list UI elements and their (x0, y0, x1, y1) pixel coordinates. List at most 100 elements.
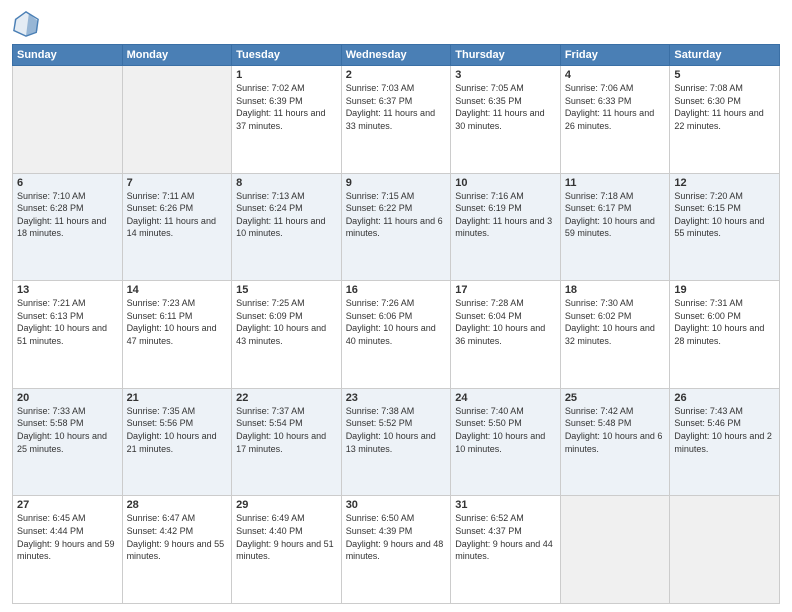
day-number: 26 (674, 392, 775, 404)
calendar-cell: 19Sunrise: 7:31 AMSunset: 6:00 PMDayligh… (670, 281, 780, 389)
calendar-cell: 24Sunrise: 7:40 AMSunset: 5:50 PMDayligh… (451, 388, 561, 496)
calendar-cell: 12Sunrise: 7:20 AMSunset: 6:15 PMDayligh… (670, 173, 780, 281)
day-number: 21 (127, 392, 228, 404)
calendar-cell: 29Sunrise: 6:49 AMSunset: 4:40 PMDayligh… (232, 496, 342, 604)
day-number: 9 (346, 177, 447, 189)
day-number: 4 (565, 69, 666, 81)
calendar-cell: 4Sunrise: 7:06 AMSunset: 6:33 PMDaylight… (560, 66, 670, 174)
calendar-cell (13, 66, 123, 174)
calendar-cell: 7Sunrise: 7:11 AMSunset: 6:26 PMDaylight… (122, 173, 232, 281)
day-number: 25 (565, 392, 666, 404)
day-number: 29 (236, 499, 337, 511)
calendar-cell: 16Sunrise: 7:26 AMSunset: 6:06 PMDayligh… (341, 281, 451, 389)
calendar-cell: 22Sunrise: 7:37 AMSunset: 5:54 PMDayligh… (232, 388, 342, 496)
logo (12, 10, 44, 38)
calendar-cell: 6Sunrise: 7:10 AMSunset: 6:28 PMDaylight… (13, 173, 123, 281)
calendar-cell: 1Sunrise: 7:02 AMSunset: 6:39 PMDaylight… (232, 66, 342, 174)
calendar-cell: 31Sunrise: 6:52 AMSunset: 4:37 PMDayligh… (451, 496, 561, 604)
day-number: 1 (236, 69, 337, 81)
weekday-header-row: SundayMondayTuesdayWednesdayThursdayFrid… (13, 45, 780, 66)
day-info: Sunrise: 7:03 AMSunset: 6:37 PMDaylight:… (346, 82, 447, 132)
day-number: 11 (565, 177, 666, 189)
day-info: Sunrise: 6:50 AMSunset: 4:39 PMDaylight:… (346, 512, 447, 562)
week-row-1: 1Sunrise: 7:02 AMSunset: 6:39 PMDaylight… (13, 66, 780, 174)
weekday-header-thursday: Thursday (451, 45, 561, 66)
day-info: Sunrise: 7:02 AMSunset: 6:39 PMDaylight:… (236, 82, 337, 132)
calendar-cell (560, 496, 670, 604)
day-info: Sunrise: 7:38 AMSunset: 5:52 PMDaylight:… (346, 405, 447, 455)
day-info: Sunrise: 7:21 AMSunset: 6:13 PMDaylight:… (17, 297, 118, 347)
calendar-cell: 20Sunrise: 7:33 AMSunset: 5:58 PMDayligh… (13, 388, 123, 496)
day-info: Sunrise: 7:20 AMSunset: 6:15 PMDaylight:… (674, 190, 775, 240)
calendar-cell (122, 66, 232, 174)
day-number: 19 (674, 284, 775, 296)
calendar-cell: 28Sunrise: 6:47 AMSunset: 4:42 PMDayligh… (122, 496, 232, 604)
day-number: 3 (455, 69, 556, 81)
week-row-4: 20Sunrise: 7:33 AMSunset: 5:58 PMDayligh… (13, 388, 780, 496)
day-number: 8 (236, 177, 337, 189)
day-number: 15 (236, 284, 337, 296)
calendar-table: SundayMondayTuesdayWednesdayThursdayFrid… (12, 44, 780, 604)
day-info: Sunrise: 7:37 AMSunset: 5:54 PMDaylight:… (236, 405, 337, 455)
calendar-cell: 15Sunrise: 7:25 AMSunset: 6:09 PMDayligh… (232, 281, 342, 389)
day-info: Sunrise: 7:08 AMSunset: 6:30 PMDaylight:… (674, 82, 775, 132)
calendar-cell: 14Sunrise: 7:23 AMSunset: 6:11 PMDayligh… (122, 281, 232, 389)
calendar-cell: 11Sunrise: 7:18 AMSunset: 6:17 PMDayligh… (560, 173, 670, 281)
weekday-header-tuesday: Tuesday (232, 45, 342, 66)
day-info: Sunrise: 7:10 AMSunset: 6:28 PMDaylight:… (17, 190, 118, 240)
logo-icon (12, 10, 40, 38)
header (12, 10, 780, 38)
calendar-cell: 5Sunrise: 7:08 AMSunset: 6:30 PMDaylight… (670, 66, 780, 174)
calendar-cell: 8Sunrise: 7:13 AMSunset: 6:24 PMDaylight… (232, 173, 342, 281)
day-number: 14 (127, 284, 228, 296)
calendar-cell: 21Sunrise: 7:35 AMSunset: 5:56 PMDayligh… (122, 388, 232, 496)
day-number: 31 (455, 499, 556, 511)
day-info: Sunrise: 7:05 AMSunset: 6:35 PMDaylight:… (455, 82, 556, 132)
day-info: Sunrise: 7:40 AMSunset: 5:50 PMDaylight:… (455, 405, 556, 455)
day-number: 13 (17, 284, 118, 296)
day-info: Sunrise: 7:15 AMSunset: 6:22 PMDaylight:… (346, 190, 447, 240)
day-number: 7 (127, 177, 228, 189)
day-number: 23 (346, 392, 447, 404)
day-info: Sunrise: 7:28 AMSunset: 6:04 PMDaylight:… (455, 297, 556, 347)
day-info: Sunrise: 7:42 AMSunset: 5:48 PMDaylight:… (565, 405, 666, 455)
day-number: 16 (346, 284, 447, 296)
day-number: 10 (455, 177, 556, 189)
day-info: Sunrise: 6:45 AMSunset: 4:44 PMDaylight:… (17, 512, 118, 562)
day-number: 20 (17, 392, 118, 404)
day-number: 18 (565, 284, 666, 296)
day-info: Sunrise: 7:35 AMSunset: 5:56 PMDaylight:… (127, 405, 228, 455)
page: SundayMondayTuesdayWednesdayThursdayFrid… (0, 0, 792, 612)
day-info: Sunrise: 6:47 AMSunset: 4:42 PMDaylight:… (127, 512, 228, 562)
calendar-cell: 27Sunrise: 6:45 AMSunset: 4:44 PMDayligh… (13, 496, 123, 604)
weekday-header-wednesday: Wednesday (341, 45, 451, 66)
day-info: Sunrise: 7:25 AMSunset: 6:09 PMDaylight:… (236, 297, 337, 347)
calendar-cell: 30Sunrise: 6:50 AMSunset: 4:39 PMDayligh… (341, 496, 451, 604)
weekday-header-saturday: Saturday (670, 45, 780, 66)
week-row-5: 27Sunrise: 6:45 AMSunset: 4:44 PMDayligh… (13, 496, 780, 604)
day-info: Sunrise: 7:13 AMSunset: 6:24 PMDaylight:… (236, 190, 337, 240)
calendar-cell: 13Sunrise: 7:21 AMSunset: 6:13 PMDayligh… (13, 281, 123, 389)
day-info: Sunrise: 7:26 AMSunset: 6:06 PMDaylight:… (346, 297, 447, 347)
day-info: Sunrise: 7:30 AMSunset: 6:02 PMDaylight:… (565, 297, 666, 347)
day-info: Sunrise: 6:49 AMSunset: 4:40 PMDaylight:… (236, 512, 337, 562)
calendar-cell: 26Sunrise: 7:43 AMSunset: 5:46 PMDayligh… (670, 388, 780, 496)
calendar-cell: 3Sunrise: 7:05 AMSunset: 6:35 PMDaylight… (451, 66, 561, 174)
calendar-cell: 17Sunrise: 7:28 AMSunset: 6:04 PMDayligh… (451, 281, 561, 389)
day-number: 12 (674, 177, 775, 189)
calendar-cell: 25Sunrise: 7:42 AMSunset: 5:48 PMDayligh… (560, 388, 670, 496)
calendar-cell: 10Sunrise: 7:16 AMSunset: 6:19 PMDayligh… (451, 173, 561, 281)
day-number: 28 (127, 499, 228, 511)
day-info: Sunrise: 7:18 AMSunset: 6:17 PMDaylight:… (565, 190, 666, 240)
day-number: 27 (17, 499, 118, 511)
day-info: Sunrise: 7:23 AMSunset: 6:11 PMDaylight:… (127, 297, 228, 347)
day-number: 30 (346, 499, 447, 511)
calendar-cell: 23Sunrise: 7:38 AMSunset: 5:52 PMDayligh… (341, 388, 451, 496)
day-number: 17 (455, 284, 556, 296)
day-number: 22 (236, 392, 337, 404)
day-info: Sunrise: 7:31 AMSunset: 6:00 PMDaylight:… (674, 297, 775, 347)
day-info: Sunrise: 6:52 AMSunset: 4:37 PMDaylight:… (455, 512, 556, 562)
day-number: 2 (346, 69, 447, 81)
calendar-cell (670, 496, 780, 604)
day-info: Sunrise: 7:33 AMSunset: 5:58 PMDaylight:… (17, 405, 118, 455)
